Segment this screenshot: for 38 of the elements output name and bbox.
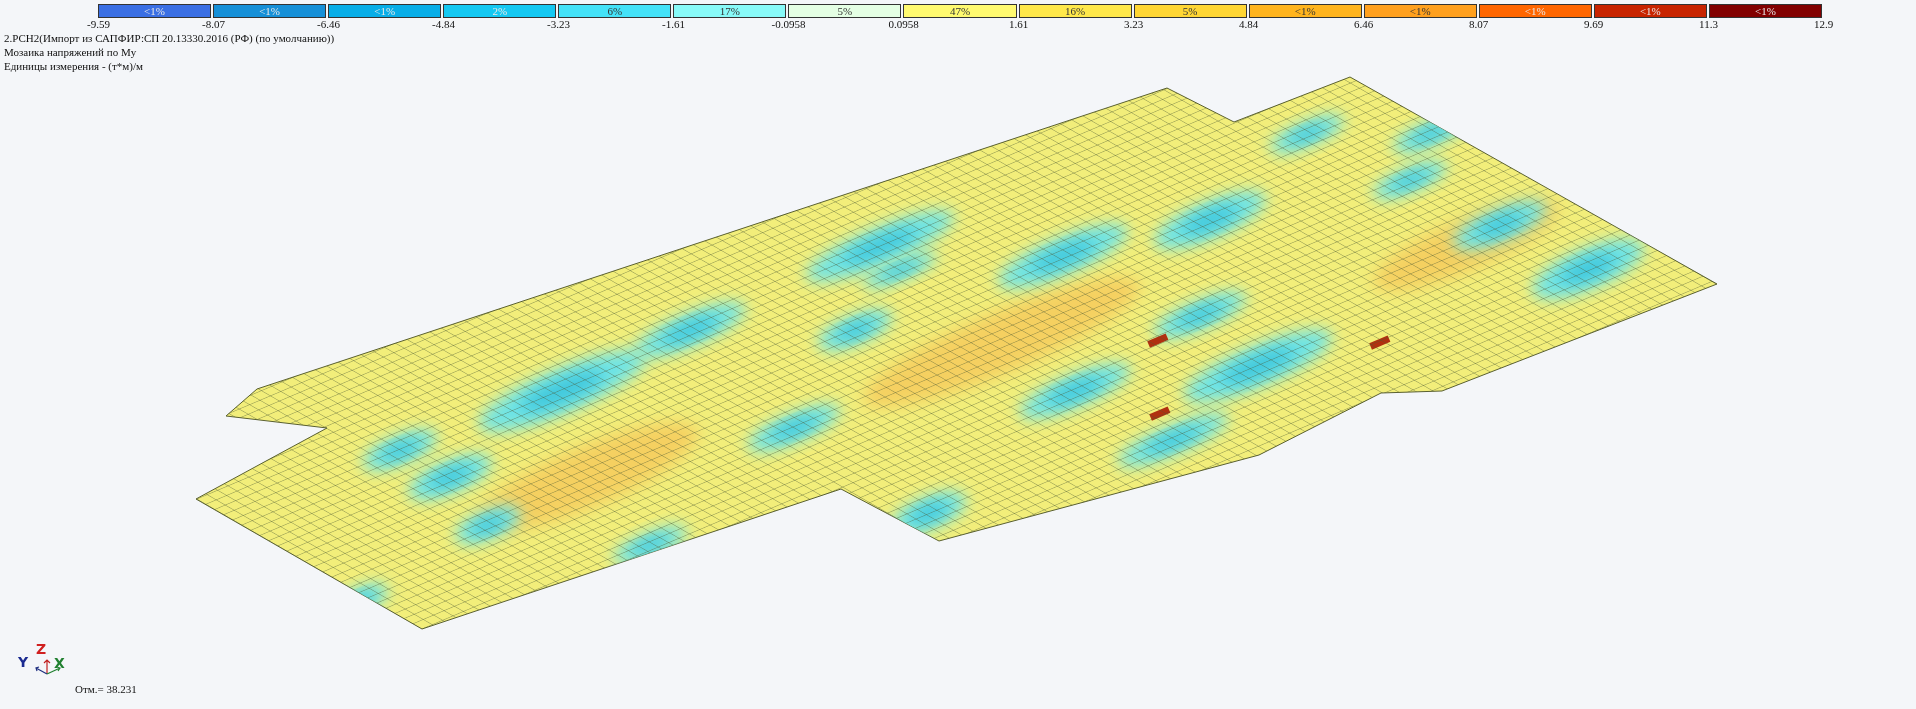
legend-color-cell: <1% [213, 4, 327, 18]
legend-tick-label: 11.3 [1698, 18, 1719, 31]
legend-tick-label: 9.69 [1582, 18, 1605, 31]
legend-color-cell: <1% [98, 4, 212, 18]
legend-tick-label: 1.61 [1007, 18, 1030, 31]
legend-tick-label: 4.84 [1237, 18, 1260, 31]
legend-color-cell: <1% [328, 4, 442, 18]
legend-color-cell: <1% [1478, 4, 1592, 18]
legend-tick-label: -4.84 [431, 18, 456, 31]
legend-tick-label: -0.0958 [770, 18, 807, 31]
legend-tick-label: 3.23 [1122, 18, 1145, 31]
legend-tick-label: 6.46 [1352, 18, 1375, 31]
legend-color-cell: <1% [1708, 4, 1822, 18]
legend-color-cell: 5% [1133, 4, 1247, 18]
legend-tick-label: -6.46 [316, 18, 341, 31]
legend-tick-label: -9.59 [86, 18, 111, 31]
legend-tick-label: -1.61 [661, 18, 686, 31]
z-axis-label: Z [36, 642, 47, 656]
legend-tick-label: -8.07 [201, 18, 226, 31]
legend-color-cell: 6% [558, 4, 672, 18]
info-text: Единицы измерения - (т*м)/м [4, 59, 144, 73]
elevation-text: Отм.= 38.231 [75, 683, 137, 695]
legend-tick-label: 12.9 [1812, 18, 1835, 31]
info-text: 2.РСН2(Импорт из САПФИР:СП 20.13330.2016 (РФ) (по умолчанию)) [4, 31, 336, 45]
legend-color-cell: 16% [1018, 4, 1132, 18]
y-axis-label: Y [18, 655, 29, 669]
legend-color-cell: 2% [443, 4, 557, 18]
legend-color-cell: 5% [788, 4, 902, 18]
x-axis-label: X [54, 656, 65, 670]
legend-color-cell: 17% [673, 4, 787, 18]
info-text: Мозаика напряжений по My [4, 45, 138, 59]
legend-tick-label: 8.07 [1467, 18, 1490, 31]
legend-color-cell: <1% [1593, 4, 1707, 18]
legend-color-cell: <1% [1248, 4, 1362, 18]
legend-color-cell: <1% [1363, 4, 1477, 18]
legend-tick-label: 0.0958 [887, 18, 920, 31]
legend-tick-label: -3.23 [546, 18, 571, 31]
legend-color-cell: 47% [903, 4, 1017, 18]
